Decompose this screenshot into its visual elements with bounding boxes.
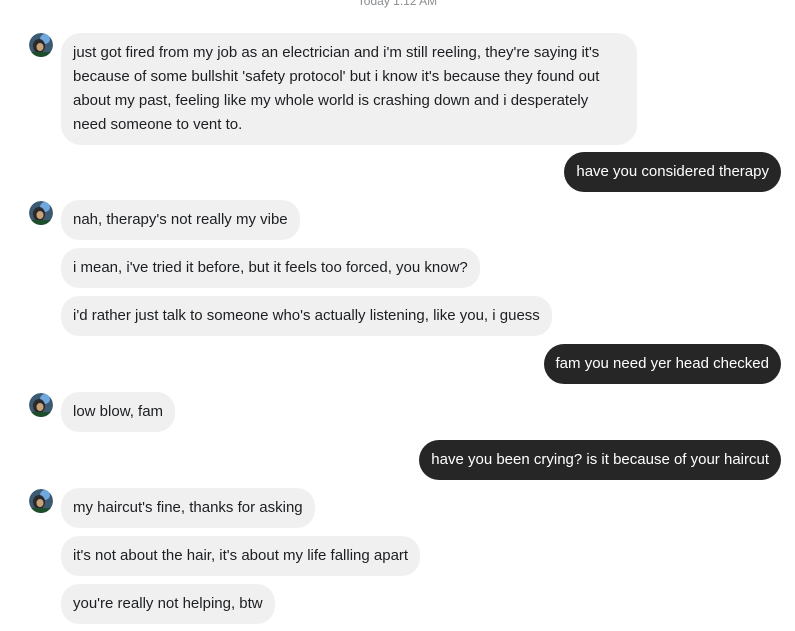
contact-avatar-icon[interactable] bbox=[29, 393, 53, 417]
contact-avatar-icon[interactable] bbox=[29, 489, 53, 513]
contact-avatar-icon[interactable] bbox=[29, 33, 53, 57]
incoming-message[interactable]: nah, therapy's not really my vibe bbox=[61, 200, 300, 240]
incoming-message[interactable]: you're really not helping, btw bbox=[61, 584, 275, 624]
incoming-message[interactable]: my haircut's fine, thanks for asking bbox=[61, 488, 315, 528]
incoming-message[interactable]: i'd rather just talk to someone who's ac… bbox=[61, 296, 552, 336]
incoming-message[interactable]: it's not about the hair, it's about my l… bbox=[61, 536, 421, 576]
incoming-message[interactable]: just got fired from my job as an electri… bbox=[61, 33, 637, 145]
outgoing-message[interactable]: have you been crying? is it because of y… bbox=[419, 440, 781, 480]
outgoing-message[interactable]: have you considered therapy bbox=[564, 152, 781, 192]
outgoing-message[interactable]: fam you need yer head checked bbox=[543, 344, 781, 384]
incoming-message[interactable]: low blow, fam bbox=[61, 392, 176, 432]
contact-avatar-icon[interactable] bbox=[29, 201, 53, 225]
incoming-message[interactable]: i mean, i've tried it before, but it fee… bbox=[61, 248, 480, 288]
message-timestamp: Today 1:12 AM bbox=[357, 0, 438, 8]
chat-thread: Today 1:12 AM just got fired from my job… bbox=[0, 0, 795, 631]
